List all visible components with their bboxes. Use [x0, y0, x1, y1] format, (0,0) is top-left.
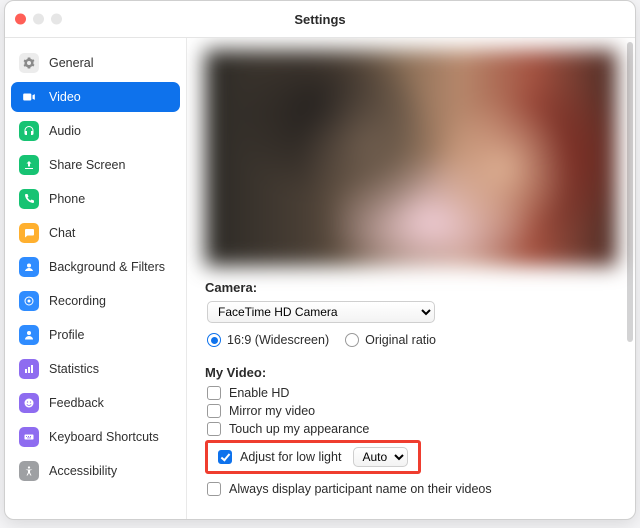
video-camera-icon [19, 87, 39, 107]
settings-body: General Video Audio Share Screen [5, 38, 635, 519]
aspect-widescreen-label: 16:9 (Widescreen) [227, 333, 329, 347]
sidebar-item-label: Keyboard Shortcuts [49, 430, 159, 444]
feedback-icon [19, 393, 39, 413]
sidebar-item-audio[interactable]: Audio [11, 116, 180, 146]
enable-hd-label: Enable HD [229, 386, 289, 400]
zoom-window-button[interactable] [51, 14, 62, 25]
profile-icon [19, 325, 39, 345]
sidebar-item-phone[interactable]: Phone [11, 184, 180, 214]
minimize-window-button[interactable] [33, 14, 44, 25]
enable-hd-checkbox[interactable] [207, 386, 221, 400]
mirror-video-label: Mirror my video [229, 404, 315, 418]
my-video-section-title: My Video: [205, 365, 617, 380]
mirror-video-checkbox[interactable] [207, 404, 221, 418]
aspect-original-label: Original ratio [365, 333, 436, 347]
titlebar: Settings [5, 1, 635, 38]
sidebar-item-profile[interactable]: Profile [11, 320, 180, 350]
sidebar-item-general[interactable]: General [11, 48, 180, 78]
sidebar-item-label: Accessibility [49, 464, 117, 478]
video-settings-panel: Camera: FaceTime HD Camera 16:9 (Widescr… [187, 38, 635, 519]
sidebar-item-label: Recording [49, 294, 106, 308]
chat-icon [19, 223, 39, 243]
touch-up-checkbox[interactable] [207, 422, 221, 436]
sidebar-item-share-screen[interactable]: Share Screen [11, 150, 180, 180]
background-filters-icon [19, 257, 39, 277]
sidebar-item-label: Chat [49, 226, 75, 240]
sidebar-item-accessibility[interactable]: Accessibility [11, 456, 180, 486]
aspect-original-radio[interactable] [345, 333, 359, 347]
low-light-label: Adjust for low light [240, 450, 341, 464]
low-light-mode-select[interactable]: Auto [353, 447, 408, 467]
sidebar-item-background-filters[interactable]: Background & Filters [11, 252, 180, 282]
sidebar-item-chat[interactable]: Chat [11, 218, 180, 248]
record-icon [19, 291, 39, 311]
close-window-button[interactable] [15, 14, 26, 25]
sidebar-item-label: Profile [49, 328, 84, 342]
sidebar-item-label: Audio [49, 124, 81, 138]
share-screen-icon [19, 155, 39, 175]
sidebar-item-recording[interactable]: Recording [11, 286, 180, 316]
camera-section-title: Camera: [205, 280, 617, 295]
gear-icon [19, 53, 39, 73]
low-light-checkbox[interactable] [218, 450, 232, 464]
window-controls[interactable] [15, 14, 62, 25]
window-title: Settings [294, 12, 345, 27]
phone-icon [19, 189, 39, 209]
sidebar-item-label: Statistics [49, 362, 99, 376]
keyboard-icon [19, 427, 39, 447]
sidebar-item-feedback[interactable]: Feedback [11, 388, 180, 418]
touch-up-label: Touch up my appearance [229, 422, 369, 436]
sidebar-item-label: Phone [49, 192, 85, 206]
settings-sidebar: General Video Audio Share Screen [5, 38, 187, 519]
always-names-label: Always display participant name on their… [229, 482, 492, 496]
sidebar-item-label: Video [49, 90, 81, 104]
camera-preview [205, 50, 617, 266]
statistics-icon [19, 359, 39, 379]
sidebar-item-video[interactable]: Video [11, 82, 180, 112]
scrollbar[interactable] [627, 42, 633, 342]
sidebar-item-statistics[interactable]: Statistics [11, 354, 180, 384]
low-light-highlight: Adjust for low light Auto [205, 440, 421, 474]
sidebar-item-label: Feedback [49, 396, 104, 410]
aspect-widescreen-radio[interactable] [207, 333, 221, 347]
settings-window: Settings General Video Audio [4, 0, 636, 520]
sidebar-item-keyboard-shortcuts[interactable]: Keyboard Shortcuts [11, 422, 180, 452]
sidebar-item-label: Background & Filters [49, 260, 165, 274]
always-names-checkbox[interactable] [207, 482, 221, 496]
sidebar-item-label: Share Screen [49, 158, 125, 172]
camera-select[interactable]: FaceTime HD Camera [207, 301, 435, 323]
accessibility-icon [19, 461, 39, 481]
sidebar-item-label: General [49, 56, 93, 70]
headphones-icon [19, 121, 39, 141]
